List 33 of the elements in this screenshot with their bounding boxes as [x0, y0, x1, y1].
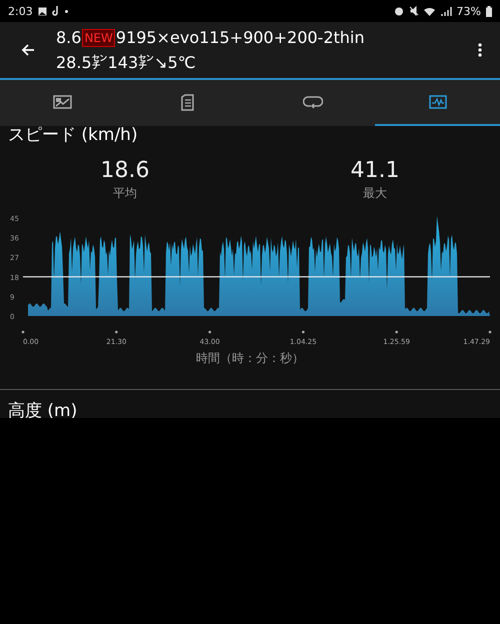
axis-label: 時間（時：分：秒） — [195, 350, 305, 367]
stat-value: 18.6 — [100, 158, 150, 183]
signal-icon — [440, 6, 452, 16]
back-icon — [21, 43, 35, 57]
graph-icon — [428, 95, 446, 109]
stat-label: 最大 — [363, 185, 387, 202]
activity-title: 9195×evo115+900+200-2thin — [116, 28, 364, 47]
new-badge: NEW — [82, 28, 115, 46]
alarm-icon — [394, 6, 404, 16]
dot-icon — [64, 10, 68, 12]
section-title: スピード (km/h) — [7, 126, 139, 144]
status-time: 2:03 — [8, 4, 33, 18]
activity-title: 8.6 — [56, 28, 82, 47]
mute-icon — [408, 6, 419, 16]
more-icon — [478, 43, 482, 57]
tick-dot — [208, 330, 212, 334]
tick-dot — [115, 330, 118, 334]
tick-dot — [488, 330, 492, 334]
section-title: 高度 (m) — [7, 400, 78, 418]
tick-dot — [302, 330, 304, 334]
activity-subtitle: 28.5㌢143㌢↘5℃ — [56, 53, 197, 72]
battery-icon — [486, 6, 492, 16]
document-icon — [181, 94, 194, 110]
map-icon — [53, 95, 72, 109]
stat-value: 41.1 — [350, 158, 400, 183]
stat-label: 平均 — [113, 185, 137, 202]
wifi-icon — [424, 6, 435, 16]
loop-icon — [302, 95, 322, 109]
gallery-icon — [38, 6, 47, 16]
tick-dot — [395, 330, 398, 334]
battery-percent: 73% — [456, 4, 481, 18]
tick-dot — [22, 330, 24, 334]
music-note-icon — [52, 6, 60, 16]
